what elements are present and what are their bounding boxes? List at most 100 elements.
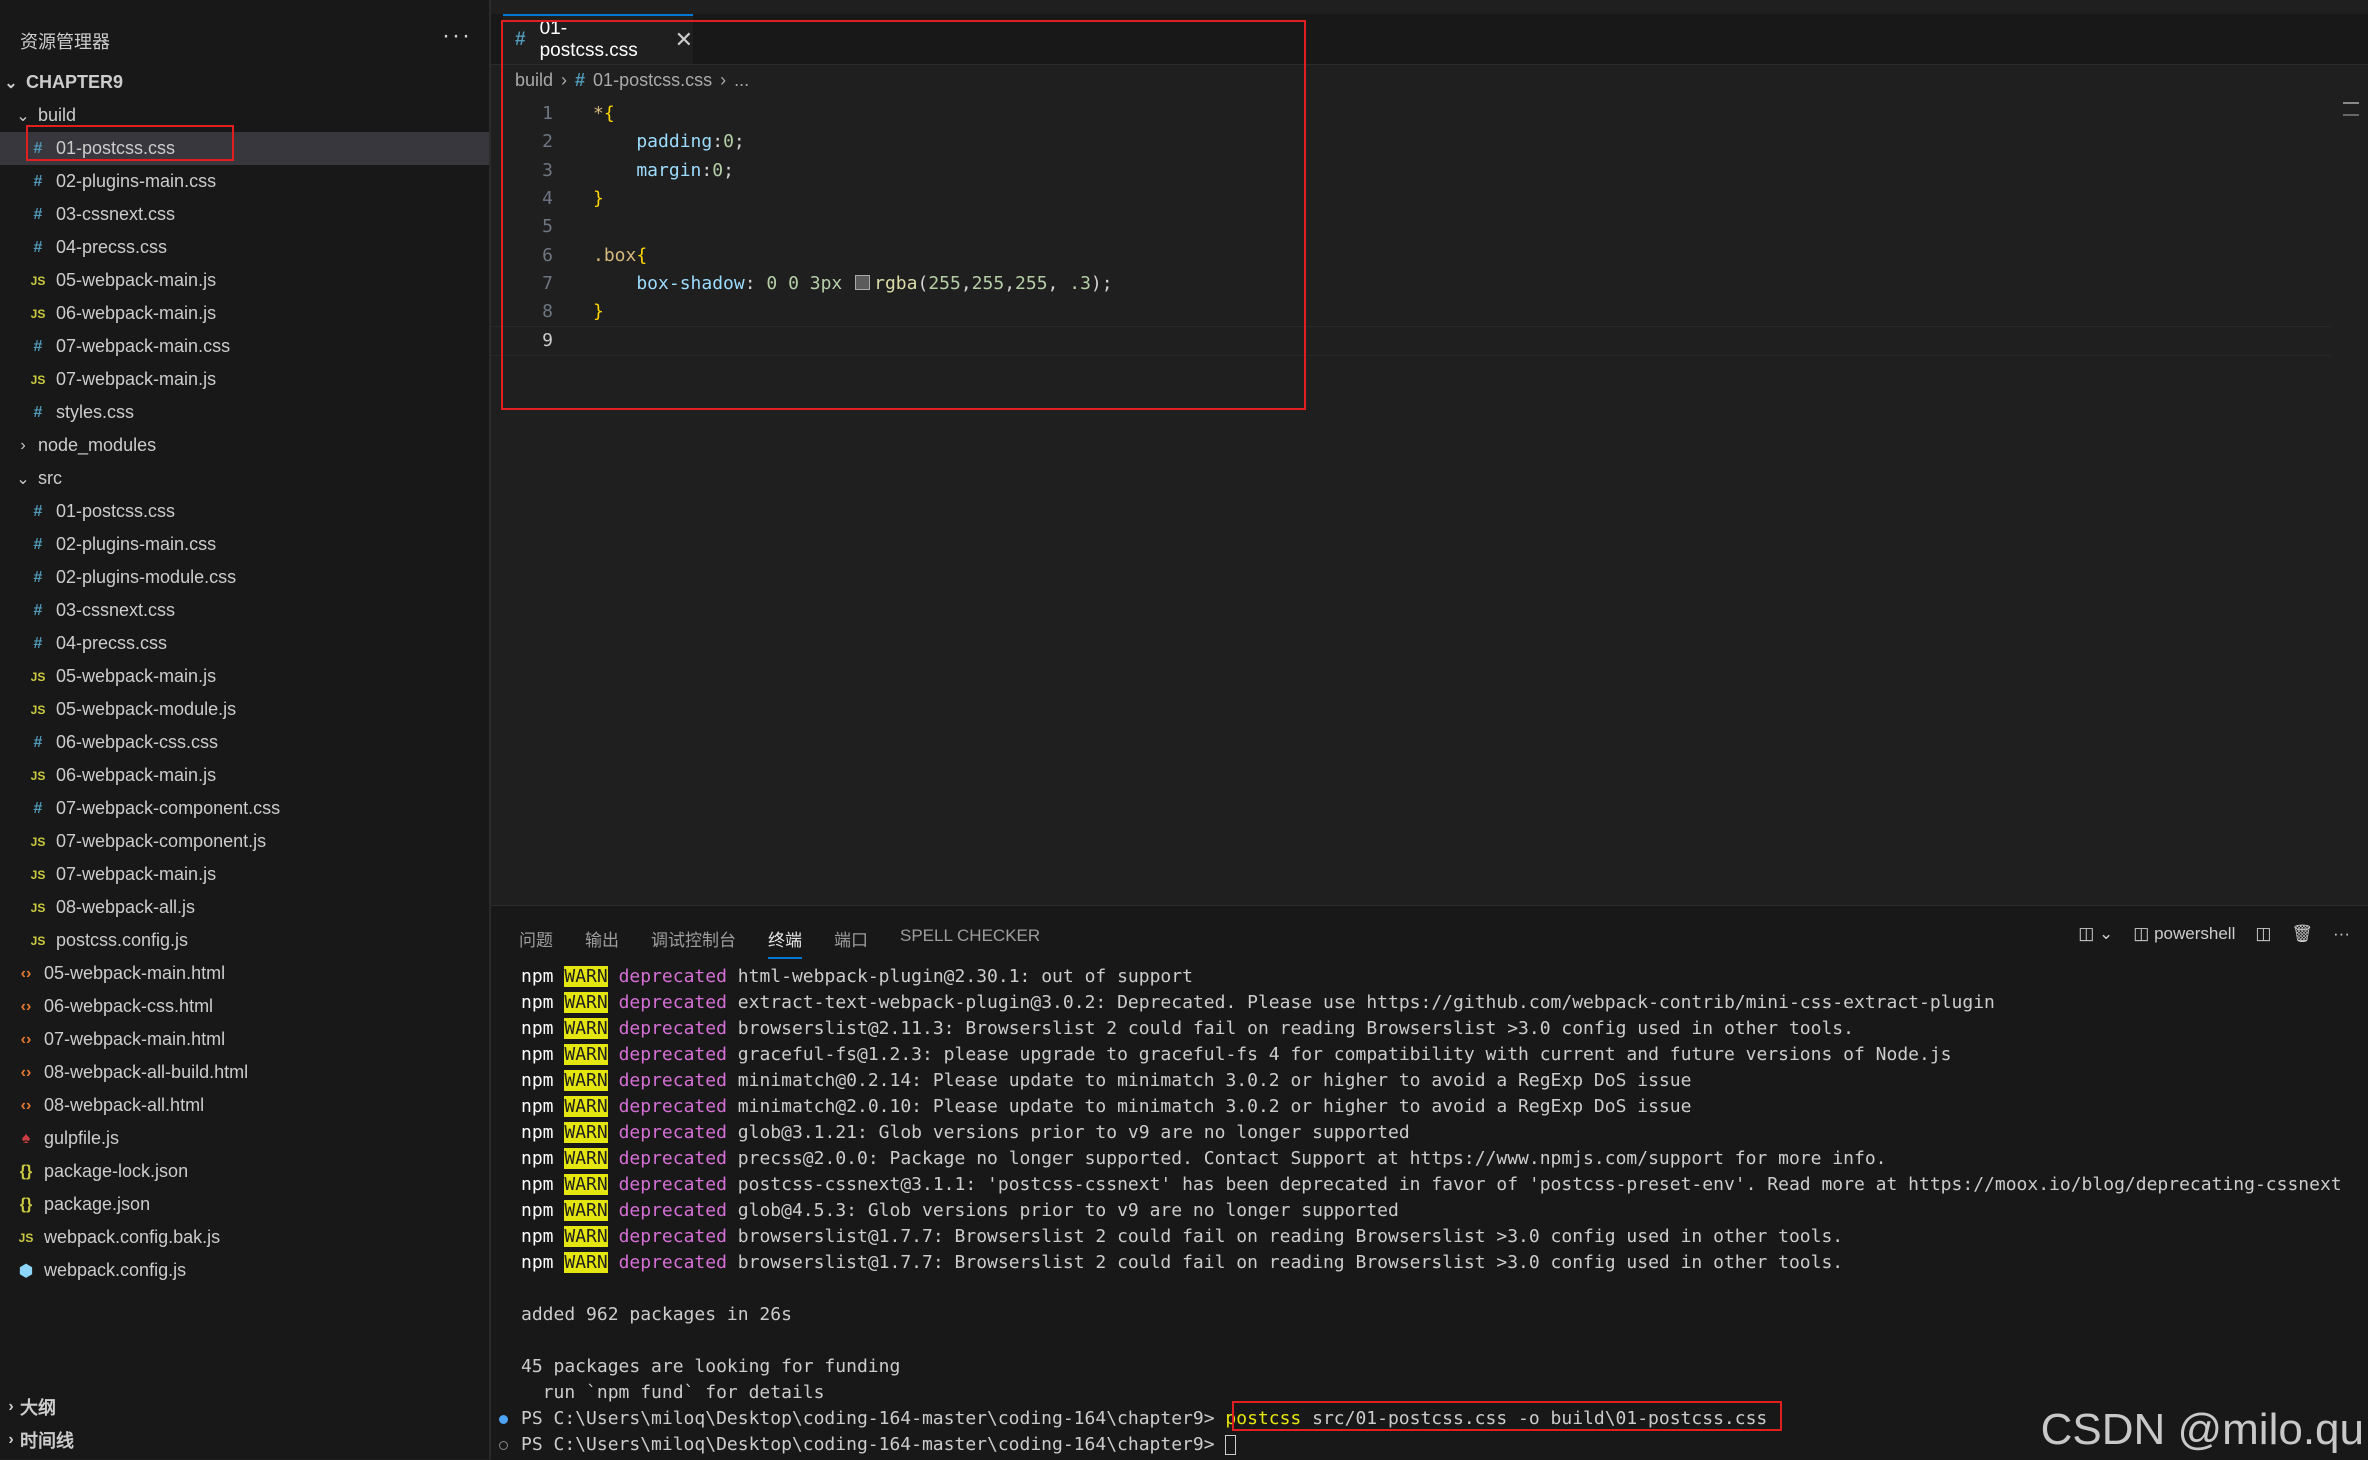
file-item[interactable]: #07-webpack-component.css [0, 792, 489, 825]
more-actions-icon[interactable]: ··· [442, 22, 472, 50]
panel-tab[interactable]: SPELL CHECKER [900, 926, 1040, 959]
more-icon[interactable]: ··· [2333, 924, 2350, 944]
file-item[interactable]: #02-plugins-main.css [0, 165, 489, 198]
split-terminal-icon[interactable]: ◫ [2255, 924, 2271, 944]
file-item[interactable]: ‹› 07-webpack-main.html [0, 1023, 489, 1056]
file-item[interactable]: #02-plugins-module.css [0, 561, 489, 594]
breadcrumb-symbol[interactable]: ... [734, 70, 749, 91]
line-content: *{ [593, 100, 615, 128]
line-number: 3 [542, 159, 553, 181]
folder-label: node_modules [38, 435, 157, 455]
prompt-text: PS C:\Users\miloq\Desktop\coding-164-mas… [521, 1408, 1226, 1429]
code-line: 6 .box{ [491, 242, 2331, 270]
terminal-shell[interactable]: ◫ powershell [2133, 924, 2235, 944]
file-item[interactable]: JS 08-webpack-all.js [0, 891, 489, 924]
panel-tab[interactable]: 问题 [519, 926, 553, 959]
color-swatch-icon[interactable] [855, 275, 871, 291]
file-label: 05-webpack-module.js [56, 699, 237, 719]
code-line: 1 *{ [491, 100, 2331, 128]
terminal-line: npm WARN deprecated postcss-cssnext@3.1.… [521, 1172, 2342, 1198]
editor-tab[interactable]: # 01-postcss.css ✕ [503, 14, 693, 64]
file-item[interactable]: # styles.css [0, 396, 489, 429]
file-item[interactable]: JS 06-webpack-main.js [0, 759, 489, 792]
layout-icon[interactable]: ◫ ⌄ [2078, 924, 2113, 944]
css-file-icon: # [33, 799, 43, 817]
js-file-icon: JS [30, 867, 46, 882]
file-item[interactable]: #01-postcss.css [0, 132, 489, 165]
file-item[interactable]: #06-webpack-css.css [0, 726, 489, 759]
explorer-sidebar: 资源管理器 ··· ⌄ CHAPTER9 ⌄ build #01-postcss.css… [0, 0, 491, 1459]
outline-section[interactable]: › 大纲 [0, 1390, 489, 1423]
folder-item[interactable]: ⌄ src [0, 462, 489, 495]
chevron-right-icon: › [561, 70, 568, 90]
file-item[interactable]: JS 05-webpack-module.js [0, 693, 489, 726]
file-item[interactable]: ‹› 06-webpack-css.html [0, 990, 489, 1023]
code-token: 255 [928, 272, 961, 294]
panel-tab[interactable]: 调试控制台 [651, 926, 736, 959]
file-item[interactable]: ‹› 08-webpack-all-build.html [0, 1056, 489, 1089]
file-item[interactable]: ‹› 08-webpack-all.html [0, 1089, 489, 1122]
file-item[interactable]: #04-precss.css [0, 627, 489, 660]
css-file-icon: # [33, 535, 43, 553]
breadcrumb-folder[interactable]: build [515, 70, 553, 91]
warn-badge: WARN [564, 1122, 608, 1143]
deprecated-label: deprecated [618, 1122, 727, 1143]
warn-badge: WARN [564, 1200, 608, 1221]
js-file-icon: JS [30, 372, 46, 387]
file-item[interactable]: #02-plugins-main.css [0, 528, 489, 561]
close-icon[interactable]: ✕ [675, 27, 693, 53]
file-label: 06-webpack-main.js [56, 765, 217, 785]
webpack-icon: ⬢ [19, 1262, 33, 1280]
file-item[interactable]: #03-cssnext.css [0, 594, 489, 627]
code-token: .box [593, 244, 637, 266]
file-item[interactable]: JS 07-webpack-component.js [0, 825, 489, 858]
file-item[interactable]: ‹› 05-webpack-main.html [0, 957, 489, 990]
css-file-icon: # [33, 238, 43, 256]
chevron-down-icon: ⌄ [16, 470, 30, 488]
file-item[interactable]: JS 07-webpack-main.js [0, 363, 489, 396]
file-label: 05-webpack-main.js [56, 666, 217, 686]
breadcrumb-file[interactable]: 01-postcss.css [593, 70, 712, 91]
panel-tab[interactable]: 终端 [768, 926, 802, 959]
file-item[interactable]: ⬢ webpack.config.js [0, 1254, 489, 1287]
warning-text: graceful-fs@1.2.3: please upgrade to gra… [737, 1044, 1952, 1065]
file-item[interactable]: JS 07-webpack-main.js [0, 858, 489, 891]
warning-text: postcss-cssnext@3.1.1: 'postcss-cssnext'… [737, 1174, 2342, 1195]
folder-item[interactable]: ⌄ build [0, 99, 489, 132]
warn-badge: WARN [564, 1096, 608, 1117]
terminal-line: run `npm fund` for details [521, 1382, 825, 1403]
trash-icon[interactable]: 🗑 [2291, 924, 2313, 944]
minimap[interactable] [2343, 102, 2359, 116]
file-item[interactable]: JS 05-webpack-main.js [0, 264, 489, 297]
file-item[interactable]: #01-postcss.css [0, 495, 489, 528]
terminal-line: npm WARN deprecated extract-text-webpack… [521, 990, 2342, 1016]
line-number: 6 [542, 244, 553, 266]
file-item[interactable]: {} package-lock.json [0, 1155, 489, 1188]
file-label: 07-webpack-component.js [56, 831, 267, 851]
panel-tab[interactable]: 输出 [585, 926, 619, 959]
warning-text: browserslist@1.7.7: Browserslist 2 could… [737, 1252, 1844, 1273]
css-file-icon: # [33, 403, 43, 421]
file-item[interactable]: JS 05-webpack-main.js [0, 660, 489, 693]
file-item[interactable]: JS 06-webpack-main.js [0, 297, 489, 330]
explorer-title: 资源管理器 [20, 32, 110, 52]
chevron-right-icon: › [8, 1430, 14, 1448]
panel-tab[interactable]: 端口 [834, 926, 868, 959]
file-item[interactable]: {} package.json [0, 1188, 489, 1221]
npm-label: npm [521, 1122, 554, 1143]
file-item[interactable]: #04-precss.css [0, 231, 489, 264]
file-item[interactable]: #03-cssnext.css [0, 198, 489, 231]
timeline-section[interactable]: › 时间线 [0, 1423, 489, 1456]
file-item[interactable]: JS webpack.config.bak.js [0, 1221, 489, 1254]
npm-label: npm [521, 1174, 554, 1195]
file-item[interactable]: ♠ gulpfile.js [0, 1122, 489, 1155]
file-item[interactable]: JS postcss.config.js [0, 924, 489, 957]
css-file-icon: # [33, 337, 43, 355]
folder-item[interactable]: › node_modules [0, 429, 489, 462]
terminal-line: added 962 packages in 26s [521, 1304, 792, 1325]
folder-item[interactable]: ⌄ CHAPTER9 [0, 66, 489, 99]
file-label: 06-webpack-css.css [56, 732, 219, 752]
terminal-output[interactable]: npm WARN deprecated html-webpack-plugin@… [499, 964, 2342, 1458]
file-item[interactable]: #07-webpack-main.css [0, 330, 489, 363]
